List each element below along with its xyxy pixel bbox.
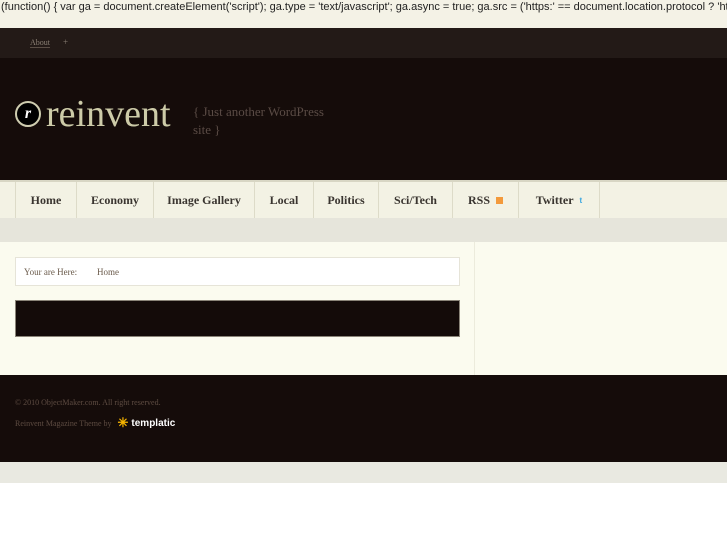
twitter-icon: t (579, 195, 583, 205)
plus-icon: + (63, 37, 69, 47)
templatic-brand: templatic (131, 417, 176, 429)
breadcrumb: Your are Here: Home (15, 257, 460, 286)
logo-icon: r (15, 101, 41, 127)
nav-label: Home (30, 192, 62, 207)
main-nav: Home Economy Image Gallery Local Politic… (0, 180, 727, 218)
nav-economy[interactable]: Economy (76, 182, 153, 218)
theme-credit-text: Reinvent Magazine Theme by (15, 418, 112, 428)
nav-label: RSS (467, 192, 490, 207)
inline-script-text: (function() { var ga = document.createEl… (0, 0, 727, 28)
breadcrumb-label: Your are Here: (24, 266, 78, 277)
sidebar-divider (474, 242, 475, 375)
nav-home[interactable]: Home (15, 182, 76, 218)
nav-image-gallery[interactable]: Image Gallery (153, 182, 254, 218)
nav-scitech[interactable]: Sci/Tech (378, 182, 452, 218)
nav-label: Sci/Tech (394, 192, 437, 207)
templatic-star-icon: ✳ (117, 415, 129, 430)
nav-label: Twitter (535, 192, 574, 207)
nav-rss[interactable]: RSS (452, 182, 518, 218)
content-title-bar (15, 300, 460, 337)
nav-politics[interactable]: Politics (313, 182, 378, 218)
top-bar: About + (0, 28, 727, 58)
breadcrumb-home[interactable]: Home (97, 267, 119, 277)
copyright: © 2010 ObjectMaker.com. All right reserv… (15, 398, 161, 407)
nav-label: Economy (91, 192, 139, 207)
site-name: reinvent (46, 93, 171, 135)
theme-credit: Reinvent Magazine Theme by ✳ templatic (15, 415, 175, 431)
templatic-logo[interactable]: ✳ templatic (118, 415, 176, 431)
site-logo[interactable]: r reinvent (15, 95, 171, 133)
nav-local[interactable]: Local (254, 182, 313, 218)
site-tagline: { Just another WordPress site } (193, 104, 324, 137)
footer: © 2010 ObjectMaker.com. All right reserv… (0, 375, 727, 462)
decorative-band (0, 218, 727, 242)
nav-label: Local (269, 192, 299, 207)
nav-label: Politics (327, 192, 365, 207)
top-link-about[interactable]: About (30, 38, 50, 48)
nav-twitter[interactable]: Twitter t (518, 182, 600, 218)
bottom-strip (0, 462, 727, 483)
rss-icon (496, 196, 503, 204)
nav-label: Image Gallery (167, 192, 241, 207)
content-area: Your are Here: Home (0, 242, 727, 375)
